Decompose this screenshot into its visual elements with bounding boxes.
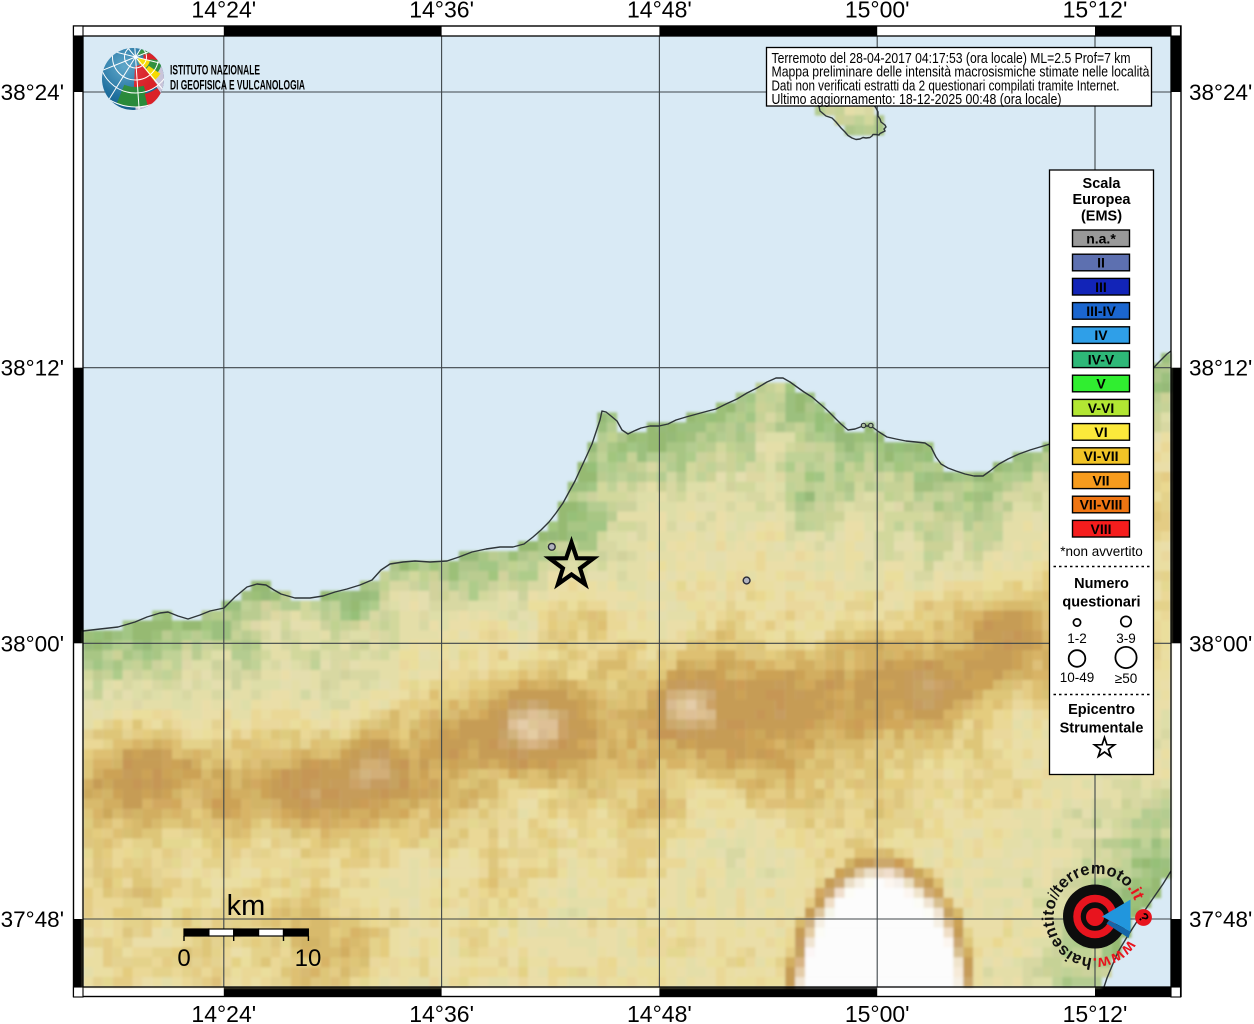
- svg-text:≥50: ≥50: [1115, 671, 1137, 686]
- svg-text:14°24': 14°24': [191, 0, 256, 23]
- svg-text:15°12': 15°12': [1063, 1001, 1128, 1024]
- svg-text:10-49: 10-49: [1060, 670, 1095, 685]
- svg-text:*non avvertito: *non avvertito: [1060, 544, 1143, 559]
- svg-text:Epicentro: Epicentro: [1068, 702, 1135, 718]
- svg-text:14°24': 14°24': [191, 1001, 256, 1024]
- svg-text:Scala: Scala: [1083, 176, 1122, 192]
- svg-text:14°48': 14°48': [627, 1001, 692, 1024]
- svg-text:37°48': 37°48': [1, 907, 64, 932]
- svg-text:Europea: Europea: [1072, 192, 1131, 208]
- svg-text:14°36': 14°36': [409, 0, 474, 23]
- svg-text:38°24': 38°24': [1, 80, 64, 105]
- svg-text:14°36': 14°36': [409, 1001, 474, 1024]
- svg-text:VI: VI: [1094, 424, 1107, 440]
- svg-text:V-VI: V-VI: [1088, 400, 1114, 416]
- svg-text:V: V: [1096, 376, 1106, 392]
- svg-text:III: III: [1095, 279, 1107, 295]
- svg-text:38°24': 38°24': [1189, 80, 1252, 105]
- svg-text:(EMS): (EMS): [1081, 208, 1122, 224]
- svg-text:Strumentale: Strumentale: [1060, 721, 1144, 737]
- svg-text:38°12': 38°12': [1, 356, 64, 381]
- svg-text:38°00': 38°00': [1189, 631, 1252, 656]
- svg-text:Numero: Numero: [1074, 576, 1129, 592]
- svg-text:15°00': 15°00': [845, 1001, 910, 1024]
- svg-text:II: II: [1097, 255, 1105, 271]
- svg-text:VII-VIII: VII-VIII: [1080, 497, 1123, 513]
- svg-text:38°00': 38°00': [1, 631, 64, 656]
- svg-text:37°48': 37°48': [1189, 907, 1252, 932]
- svg-text:IV: IV: [1094, 327, 1108, 343]
- svg-text:1-2: 1-2: [1067, 631, 1087, 646]
- svg-text:3-9: 3-9: [1116, 631, 1136, 646]
- svg-text:km: km: [227, 890, 266, 922]
- svg-text:n.a.*: n.a.*: [1086, 230, 1116, 246]
- svg-text:38°12': 38°12': [1189, 356, 1252, 381]
- svg-text:VI-VII: VI-VII: [1083, 448, 1118, 464]
- svg-text:DI GEOFISICA E VULCANOLOGIA: DI GEOFISICA E VULCANOLOGIA: [170, 78, 305, 93]
- svg-text:ISTITUTO NAZIONALE: ISTITUTO NAZIONALE: [170, 63, 260, 78]
- svg-text:15°00': 15°00': [845, 0, 910, 23]
- svg-text:III-IV: III-IV: [1086, 303, 1116, 319]
- svg-text:0: 0: [177, 945, 190, 972]
- svg-text:10: 10: [295, 945, 322, 972]
- svg-text:14°48': 14°48': [627, 0, 692, 23]
- svg-text:Ultimo aggiornamento: 18-12-20: Ultimo aggiornamento: 18-12-2025 00:48 (…: [772, 92, 1062, 108]
- svg-text:IV-V: IV-V: [1088, 351, 1115, 367]
- svg-text:VII: VII: [1092, 472, 1109, 488]
- svg-text:questionari: questionari: [1062, 595, 1140, 611]
- svg-text:15°12': 15°12': [1063, 0, 1128, 23]
- svg-text:VIII: VIII: [1090, 521, 1111, 537]
